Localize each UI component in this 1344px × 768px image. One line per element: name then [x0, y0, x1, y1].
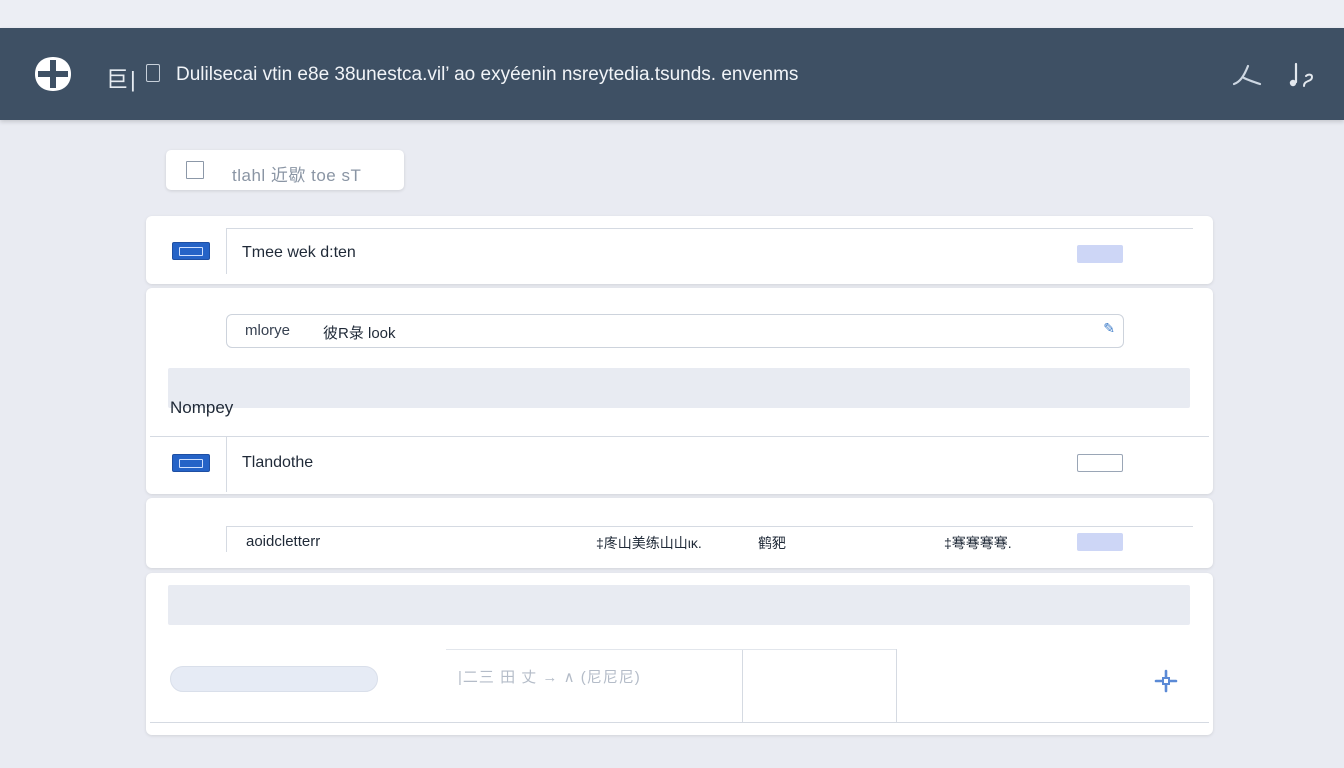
logo-icon[interactable] — [32, 54, 74, 94]
list-item[interactable]: Tmee wek d:ten — [146, 216, 1213, 284]
row-divider — [150, 722, 1209, 723]
table-cell: ‡庝山美练山山ικ. — [596, 535, 702, 551]
plus-icon[interactable] — [1152, 667, 1180, 695]
footer-panel: |二三 田 丈 → ∧ (尼尼尼) — [146, 573, 1213, 735]
filter-pill[interactable] — [170, 666, 378, 692]
filter-chip[interactable]: tlahl 近歇 toe sT — [166, 150, 404, 190]
row-divider — [446, 649, 896, 650]
action-icon[interactable] — [1077, 533, 1123, 551]
link-icon[interactable] — [1077, 454, 1123, 472]
form-section: mlorye 彼R彔 look ✎ Nompey Tlandothe — [146, 288, 1213, 494]
eye-icon[interactable] — [1077, 245, 1123, 263]
gray-bar — [168, 368, 1190, 408]
filter-text: |二三 田 丈 → ∧ (尼尼尼) — [458, 669, 641, 686]
filter-chip-label: tlahl 近歇 toe sT — [232, 166, 362, 185]
row-divider — [226, 228, 227, 274]
page-title: Dulilsecai vtin e8e 38unestca.vil’ ao ex… — [176, 64, 799, 85]
wave-icon[interactable] — [1230, 58, 1264, 92]
edit-icon[interactable]: ✎ — [1103, 320, 1115, 337]
row-label: Tlandothe — [242, 454, 314, 471]
table-cell: aoidcletterr — [246, 533, 321, 550]
table-cell: 鹤豝 — [758, 535, 786, 551]
checkbox-icon[interactable] — [186, 161, 204, 179]
row-divider — [226, 526, 227, 552]
tag-icon — [172, 242, 210, 260]
input-value: 彼R彔 look — [323, 325, 396, 342]
row-divider — [896, 649, 897, 722]
row-divider — [226, 526, 1193, 527]
search-input[interactable]: mlorye 彼R彔 look ✎ — [226, 314, 1124, 348]
input-placeholder: mlorye — [245, 322, 291, 339]
music-note-icon[interactable] — [1284, 58, 1318, 92]
document-icon[interactable] — [146, 64, 160, 82]
tag-icon — [172, 454, 210, 472]
top-band — [0, 0, 1344, 28]
row-divider — [226, 436, 227, 492]
row-divider — [742, 649, 743, 722]
table-row[interactable]: aoidcletterr ‡庝山美练山山ικ. 鹤豝 ‡弿弿弿弿. — [146, 498, 1213, 568]
table-cell: ‡弿弿弿弿. — [944, 535, 1012, 551]
row-label: Tmee wek d:ten — [242, 244, 356, 261]
app-header: 巨| Dulilsecai vtin e8e 38unestca.vil’ ao… — [0, 28, 1344, 120]
section-heading: Nompey — [170, 398, 234, 417]
gray-bar — [168, 585, 1190, 625]
row-divider — [226, 228, 1193, 229]
row-divider — [150, 436, 1209, 437]
menu-icon[interactable]: 巨| — [106, 62, 138, 94]
